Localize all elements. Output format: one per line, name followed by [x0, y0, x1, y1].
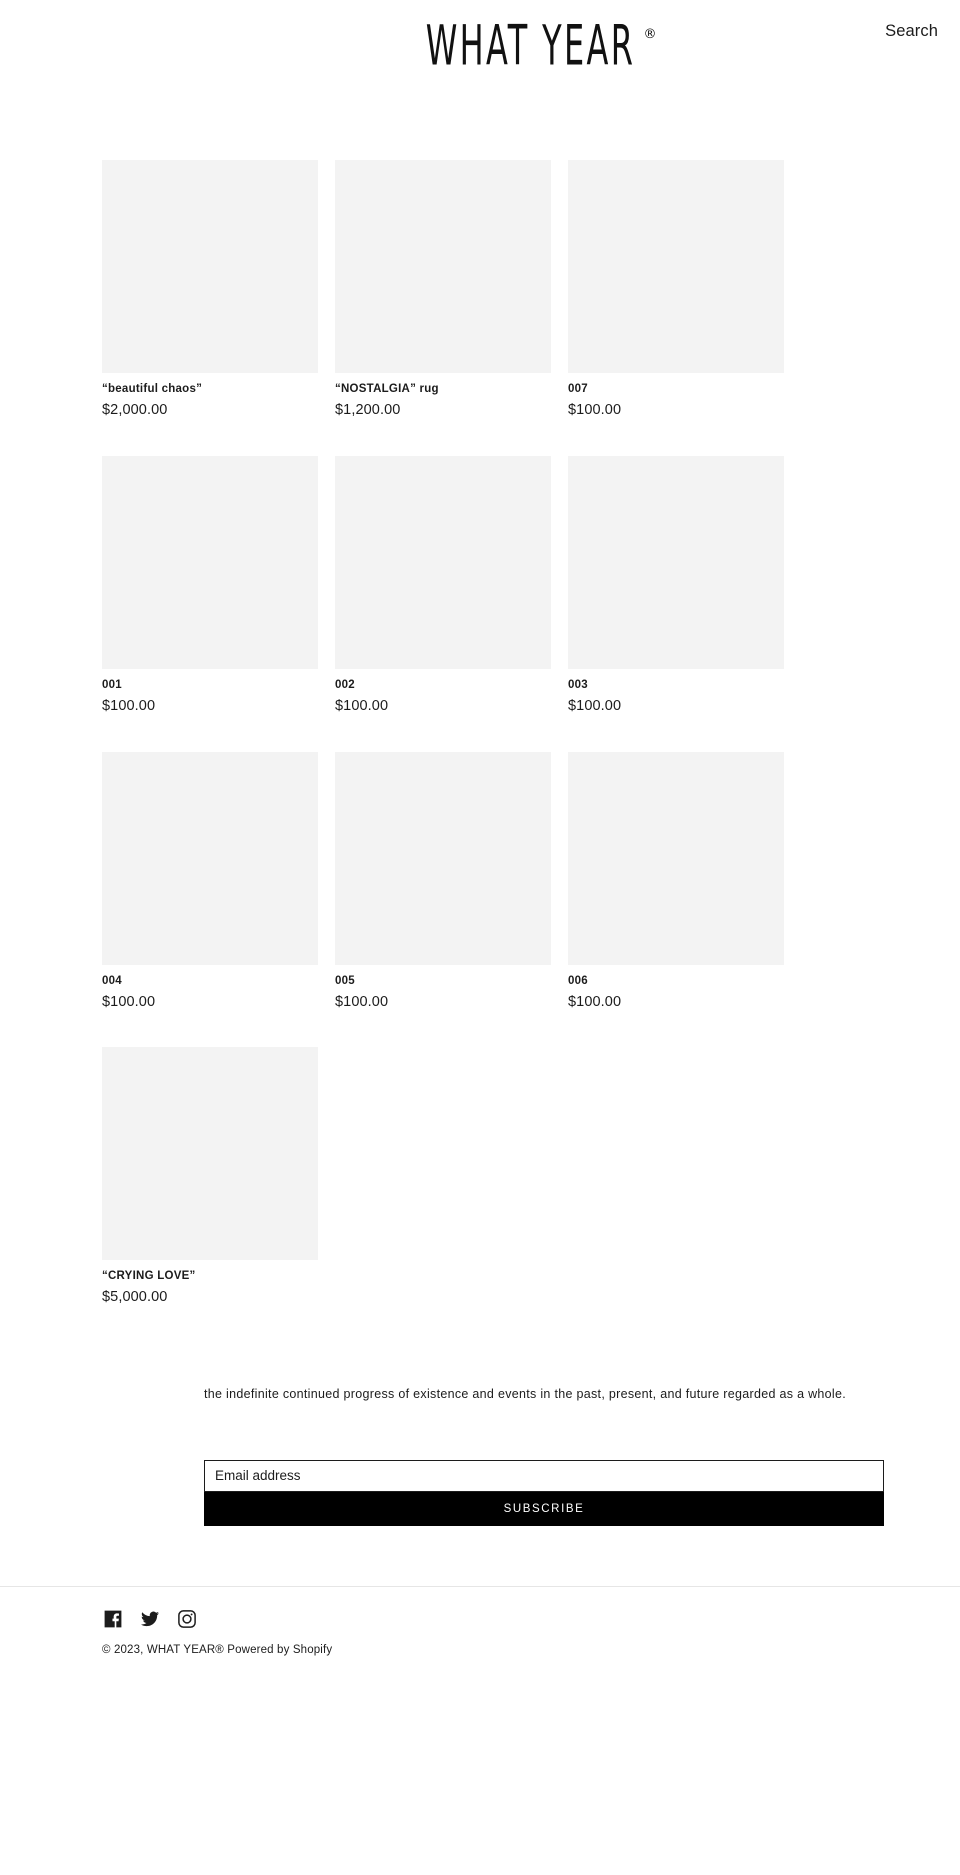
email-field[interactable] — [204, 1459, 884, 1492]
site-logo[interactable]: WHAT YEAR ® — [419, 19, 656, 74]
product-title: 002 — [335, 678, 355, 691]
main-content: “beautiful chaos” $2,000.00 “NOSTALGIA” ru… — [0, 160, 960, 1526]
product-card[interactable]: 002 $100.00 — [335, 455, 551, 716]
product-card[interactable]: “CRYING LOVE” $5,000.00 — [102, 1047, 318, 1307]
product-image — [335, 455, 551, 669]
product-image — [102, 455, 318, 669]
product-card[interactable]: “beautiful chaos” $2,000.00 — [102, 160, 318, 420]
product-image — [568, 751, 784, 965]
product-image — [335, 751, 551, 965]
site-footer: © 2023, WHAT YEAR® Powered by Shopify — [0, 1587, 960, 1678]
product-image — [102, 751, 318, 965]
copyright-year: © 2023, — [102, 1643, 147, 1656]
product-card[interactable]: 005 $100.00 — [335, 751, 551, 1012]
powered-by-shopify-link[interactable]: Powered by Shopify — [224, 1644, 332, 1656]
product-image — [102, 1047, 318, 1261]
tagline-text: the indefinite continued progress of exi… — [204, 1387, 847, 1402]
product-image — [568, 160, 784, 373]
newsletter-signup: SUBSCRIBE — [204, 1459, 884, 1526]
product-card[interactable]: “NOSTALGIA” rug $1,200.00 — [335, 160, 551, 420]
product-title: “beautiful chaos” — [102, 383, 203, 395]
product-price: $100.00 — [568, 401, 622, 418]
product-card[interactable]: 007 $100.00 — [568, 160, 784, 420]
subscribe-button[interactable]: SUBSCRIBE — [204, 1491, 884, 1526]
product-price: $100.00 — [102, 993, 156, 1010]
product-title: “NOSTALGIA” rug — [335, 383, 439, 395]
instagram-icon[interactable] — [176, 1609, 197, 1630]
product-card[interactable]: 001 $100.00 — [102, 455, 318, 716]
product-price: $5,000.00 — [102, 1289, 168, 1306]
product-image — [102, 160, 318, 373]
shop-name-link[interactable]: WHAT YEAR® — [147, 1644, 224, 1656]
product-price: $100.00 — [335, 993, 389, 1010]
site-header: Search WHAT YEAR ® — [0, 0, 960, 160]
social-links — [102, 1609, 960, 1630]
twitter-icon[interactable] — [139, 1609, 160, 1630]
copyright: © 2023, WHAT YEAR® Powered by Shopify — [102, 1644, 960, 1656]
product-card[interactable]: 003 $100.00 — [568, 455, 784, 716]
search-link[interactable]: Search — [885, 22, 938, 41]
registered-trademark-icon: ® — [643, 27, 657, 42]
facebook-icon[interactable] — [102, 1609, 123, 1630]
product-image — [335, 160, 551, 373]
product-card[interactable]: 004 $100.00 — [102, 751, 318, 1012]
product-card[interactable]: 006 $100.00 — [568, 751, 784, 1012]
product-price: $100.00 — [568, 993, 622, 1010]
product-grid: “beautiful chaos” $2,000.00 “NOSTALGIA” ru… — [102, 160, 960, 1307]
product-price: $1,200.00 — [335, 401, 401, 418]
logo-container: WHAT YEAR ® — [0, 19, 960, 74]
product-title: “CRYING LOVE” — [102, 1270, 196, 1283]
product-title: 004 — [102, 974, 122, 987]
product-price: $2,000.00 — [102, 401, 168, 418]
logo-wordmark: WHAT YEAR — [426, 14, 636, 79]
product-title: 005 — [335, 974, 355, 987]
product-image — [568, 455, 784, 669]
product-title: 001 — [102, 678, 122, 691]
product-title: 003 — [568, 678, 588, 691]
product-price: $100.00 — [335, 697, 389, 714]
product-title: 007 — [568, 383, 588, 395]
product-price: $100.00 — [568, 697, 622, 714]
product-title: 006 — [568, 974, 588, 987]
product-price: $100.00 — [102, 697, 156, 714]
